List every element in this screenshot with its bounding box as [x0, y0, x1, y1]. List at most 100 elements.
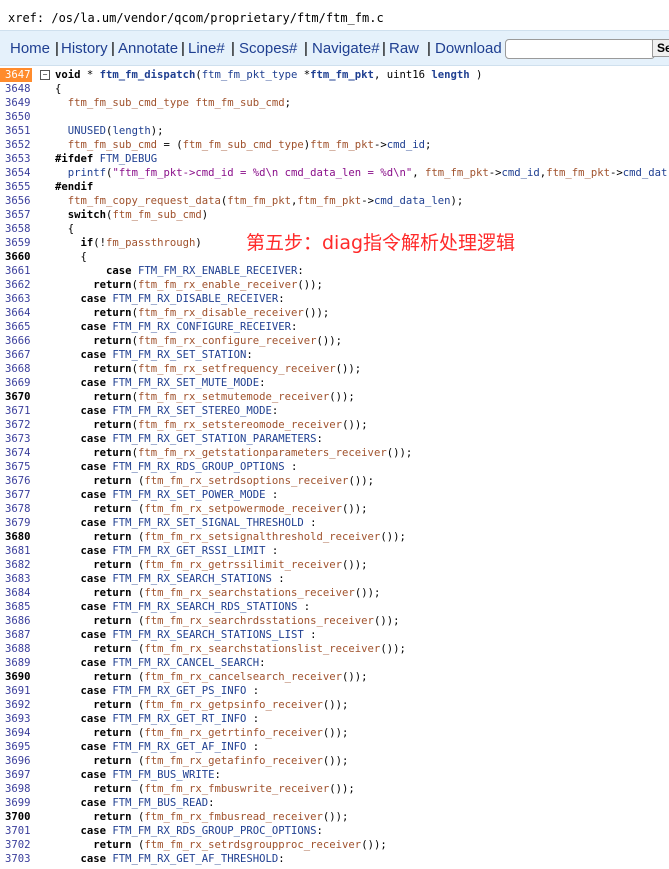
code-text: return (ftm_fm_rx_getrssilimit_receiver(…: [93, 559, 368, 571]
line-number-link[interactable]: 3653: [5, 152, 35, 166]
menu-scopes-link[interactable]: Scopes#: [239, 40, 297, 57]
code-line: 3656 ftm_fm_copy_request_data(ftm_fm_pkt…: [0, 194, 669, 208]
code-line: 3671 case FTM_FM_RX_SET_STEREO_MODE:: [0, 404, 669, 418]
line-number-link[interactable]: 3669: [5, 376, 35, 390]
line-number-link[interactable]: 3694: [5, 726, 35, 740]
line-number-link[interactable]: 3659: [5, 236, 35, 250]
line-number-link[interactable]: 3655: [5, 180, 35, 194]
line-number-link[interactable]: 3687: [5, 628, 35, 642]
line-number-link[interactable]: 3697: [5, 768, 35, 782]
menu-history-link[interactable]: History: [61, 40, 108, 57]
code-text: case FTM_FM_RX_ENABLE_RECEIVER:: [106, 265, 304, 277]
line-number-link[interactable]: 3654: [5, 166, 35, 180]
code-text: return (ftm_fm_rx_fmbuswrite_receiver())…: [93, 783, 355, 795]
code-line: 3695 case FTM_FM_RX_GET_AF_INFO :: [0, 740, 669, 754]
line-number-link[interactable]: 3683: [5, 572, 35, 586]
line-number-link[interactable]: 3668: [5, 362, 35, 376]
fold-toggle-icon[interactable]: −: [40, 70, 50, 80]
line-number-link[interactable]: 3692: [5, 698, 35, 712]
line-number-link[interactable]: 3675: [5, 460, 35, 474]
code-text: case FTM_FM_RX_GET_STATION_PARAMETERS:: [80, 433, 323, 445]
line-number-link[interactable]: 3658: [5, 222, 35, 236]
line-number-link[interactable]: 3671: [5, 404, 35, 418]
line-number-link[interactable]: 3670: [5, 390, 35, 404]
line-number-link[interactable]: 3661: [5, 264, 35, 278]
line-number-link[interactable]: 3657: [5, 208, 35, 222]
line-number-link[interactable]: 3682: [5, 558, 35, 572]
line-number-link[interactable]: 3679: [5, 516, 35, 530]
line-number-link[interactable]: 3663: [5, 292, 35, 306]
code-text: switch(ftm_fm_sub_cmd): [67, 209, 209, 221]
line-number-link[interactable]: 3699: [5, 796, 35, 810]
code-line: 3674 return(ftm_fm_rx_getstationparamete…: [0, 446, 669, 460]
code-text: case FTM_FM_RX_SET_STEREO_MODE:: [80, 405, 279, 417]
line-number-link[interactable]: 3684: [5, 586, 35, 600]
line-number-link[interactable]: 3681: [5, 544, 35, 558]
code-text: case FTM_FM_RX_CONFIGURE_RECEIVER:: [80, 321, 298, 333]
code-line: 3662 return(ftm_fm_rx_enable_receiver())…: [0, 278, 669, 292]
code-line: 3680 return (ftm_fm_rx_setsignalthreshol…: [0, 530, 669, 544]
line-number-link[interactable]: 3656: [5, 194, 35, 208]
search-input[interactable]: [505, 39, 655, 59]
line-number-link[interactable]: 3685: [5, 600, 35, 614]
line-number-link[interactable]: 3673: [5, 432, 35, 446]
line-number-link[interactable]: 3678: [5, 502, 35, 516]
line-number-link[interactable]: 3676: [5, 474, 35, 488]
code-line: 3699 case FTM_FM_BUS_READ:: [0, 796, 669, 810]
code-text: case FTM_FM_BUS_READ:: [80, 797, 215, 809]
line-number-link[interactable]: 3662: [5, 278, 35, 292]
code-text: return (ftm_fm_rx_setsignalthreshold_rec…: [93, 531, 406, 543]
line-number-link[interactable]: 3691: [5, 684, 35, 698]
line-number-link[interactable]: 3674: [5, 446, 35, 460]
menu-download-link[interactable]: Download: [435, 40, 502, 57]
line-number-link[interactable]: 3650: [5, 110, 35, 124]
line-number-link[interactable]: 3672: [5, 418, 35, 432]
line-number-link[interactable]: 3677: [5, 488, 35, 502]
line-number-link[interactable]: 3703: [5, 852, 35, 866]
line-number-link[interactable]: 3666: [5, 334, 35, 348]
code-text: case FTM_FM_RX_GET_RT_INFO :: [80, 713, 260, 725]
code-text: if(!fm_passthrough): [80, 237, 202, 249]
menu-separator: |: [382, 40, 386, 57]
line-number-link[interactable]: 3698: [5, 782, 35, 796]
line-number-link[interactable]: 3701: [5, 824, 35, 838]
line-number-link[interactable]: 3665: [5, 320, 35, 334]
code-line: 3651 UNUSED(length);: [0, 124, 669, 138]
code-line: 3701 case FTM_FM_RX_RDS_GROUP_PROC_OPTIO…: [0, 824, 669, 838]
line-number-link[interactable]: 3667: [5, 348, 35, 362]
code-line: 3697 case FTM_FM_BUS_WRITE:: [0, 768, 669, 782]
code-text: {: [55, 251, 87, 263]
code-text: case FTM_FM_RX_GET_AF_INFO :: [80, 741, 260, 753]
line-number-link[interactable]: 3690: [5, 670, 35, 684]
code-text: #endif: [55, 181, 94, 193]
line-number-link[interactable]: 3693: [5, 712, 35, 726]
source-code-view: 3647− void * ftm_fm_dispatch(ftm_fm_pkt_t…: [0, 68, 669, 869]
menu-annotate-link[interactable]: Annotate: [118, 40, 178, 57]
menu-navigate-link[interactable]: Navigate#: [312, 40, 380, 57]
menu-home-link[interactable]: Home: [10, 40, 50, 57]
code-line: 3684 return (ftm_fm_rx_searchstations_re…: [0, 586, 669, 600]
code-line: 3676 return (ftm_fm_rx_setrdsoptions_rec…: [0, 474, 669, 488]
line-number-link[interactable]: 3648: [5, 82, 35, 96]
line-number-link[interactable]: 3660: [5, 250, 35, 264]
line-number-link[interactable]: 3702: [5, 838, 35, 852]
line-number-link[interactable]: 3686: [5, 614, 35, 628]
line-number-link[interactable]: 3647: [0, 68, 32, 82]
line-number-link[interactable]: 3664: [5, 306, 35, 320]
search-button[interactable]: Se: [652, 39, 669, 57]
line-number-link[interactable]: 3700: [5, 810, 35, 824]
code-text: case FTM_FM_RX_CANCEL_SEARCH:: [80, 657, 266, 669]
line-number-link[interactable]: 3651: [5, 124, 35, 138]
line-number-link[interactable]: 3689: [5, 656, 35, 670]
line-number-link[interactable]: 3680: [5, 530, 35, 544]
line-number-link[interactable]: 3696: [5, 754, 35, 768]
menu-lineno-link[interactable]: Line#: [188, 40, 225, 57]
menu-raw-link[interactable]: Raw: [389, 40, 419, 57]
code-text: case FTM_FM_RX_GET_RSSI_LIMIT :: [80, 545, 279, 557]
code-line: 3692 return (ftm_fm_rx_getpsinfo_receive…: [0, 698, 669, 712]
line-number-link[interactable]: 3649: [5, 96, 35, 110]
line-number-link[interactable]: 3695: [5, 740, 35, 754]
line-number-link[interactable]: 3688: [5, 642, 35, 656]
code-line: 3669 case FTM_FM_RX_SET_MUTE_MODE:: [0, 376, 669, 390]
line-number-link[interactable]: 3652: [5, 138, 35, 152]
